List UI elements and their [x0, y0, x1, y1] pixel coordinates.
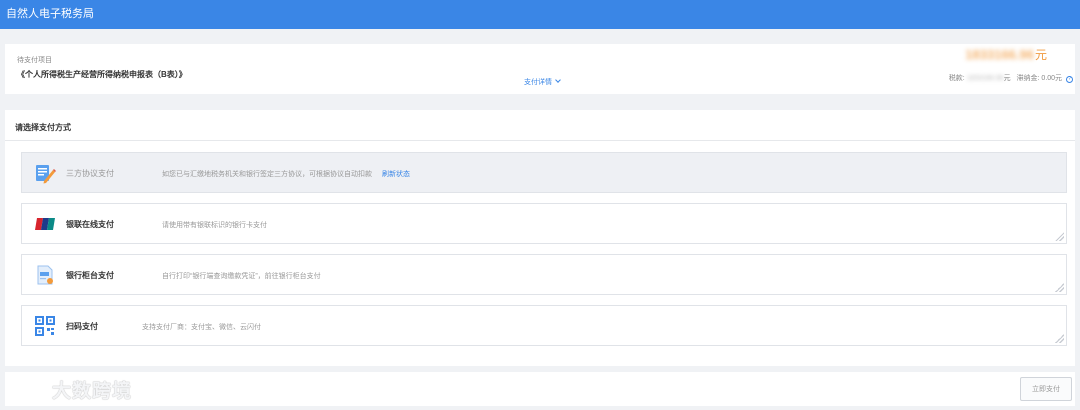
payment-option-name: 银联在线支付 [66, 220, 114, 229]
tax-unit: 元 [1003, 75, 1011, 82]
total-amount: 1833166.96元 [965, 46, 1047, 63]
unionpay-icon [34, 213, 56, 235]
payment-option-qr-scan[interactable]: 扫码支付 支持支付厂商：支付宝、微信、云闪付 [21, 305, 1067, 346]
payment-option-bank-counter[interactable]: 银行柜台支付 自行打印“银行端查询缴款凭证”，前往银行柜台支付 [21, 254, 1067, 295]
chevron-down-icon [555, 77, 561, 83]
payment-option-unionpay[interactable]: 银联在线支付 请使用带有银联标识的银行卡支付 [21, 203, 1067, 244]
refresh-status-link[interactable]: 刷新状态 [382, 171, 410, 178]
bank-voucher-icon [34, 264, 56, 286]
payment-option-name: 三方协议支付 [66, 169, 114, 178]
watermark-logo-icon [8, 379, 48, 401]
footer-bar: 立即支付 [5, 372, 1075, 406]
qr-code-icon [34, 315, 56, 337]
payment-option-desc: 自行打印“银行端查询缴款凭证”，前往银行柜台支付 [162, 273, 321, 280]
payment-option-name: 银行柜台支付 [66, 271, 114, 280]
payment-summary-panel: 待支付项目 《个人所得税生产经营所得纳税申报表（B表）》 支付详情 183316… [5, 44, 1075, 94]
section-divider [5, 140, 1075, 141]
total-amount-unit: 元 [1034, 48, 1047, 62]
resize-grip-icon [1055, 334, 1064, 343]
late-fee-label: 滞纳金: [1016, 75, 1040, 82]
top-bar: 自然人电子税务局 [0, 0, 1080, 29]
tax-breakdown: 税款: 1833166.96元 滞纳金: 0.00元 ? [949, 73, 1073, 83]
watermark-text: 大数跨境 [52, 381, 133, 402]
payment-option-desc-text: 如您已与汇缴地税务机关和银行签定三方协议，可根据协议自动扣款 [162, 171, 372, 178]
payment-option-desc: 请使用带有银联标识的银行卡支付 [162, 222, 267, 229]
payment-details-toggle[interactable]: 支付详情 [524, 77, 561, 87]
payment-methods-panel: 请选择支付方式 三方协议支付 如您已与汇缴地税务机关和银行签定三方协议，可根据协… [5, 110, 1075, 366]
tax-value: 1833166.96 [966, 75, 1004, 82]
payment-methods-title: 请选择支付方式 [15, 123, 71, 132]
watermark: 大数跨境 [8, 376, 132, 403]
pending-items-label: 待支付项目 [17, 57, 52, 64]
app-title: 自然人电子税务局 [6, 8, 94, 20]
help-icon[interactable]: ? [1066, 76, 1073, 83]
resize-grip-icon [1055, 232, 1064, 241]
pay-now-button[interactable]: 立即支付 [1020, 377, 1072, 401]
payment-option-desc: 支持支付厂商：支付宝、微信、云闪付 [142, 324, 261, 331]
payment-option-desc: 如您已与汇缴地税务机关和银行签定三方协议，可根据协议自动扣款 刷新状态 [162, 169, 410, 179]
payment-option-name: 扫码支付 [66, 322, 98, 331]
pending-item-name: 《个人所得税生产经营所得纳税申报表（B表）》 [17, 70, 187, 79]
payment-details-label: 支付详情 [524, 79, 552, 86]
pen-document-icon [34, 162, 56, 184]
total-amount-value: 1833166.96 [965, 47, 1034, 62]
resize-grip-icon [1055, 283, 1064, 292]
tax-label: 税款: [948, 75, 965, 82]
payment-option-tripartite[interactable]: 三方协议支付 如您已与汇缴地税务机关和银行签定三方协议，可根据协议自动扣款 刷新状… [21, 152, 1067, 193]
late-fee-value: 0.00元 [1041, 75, 1063, 82]
